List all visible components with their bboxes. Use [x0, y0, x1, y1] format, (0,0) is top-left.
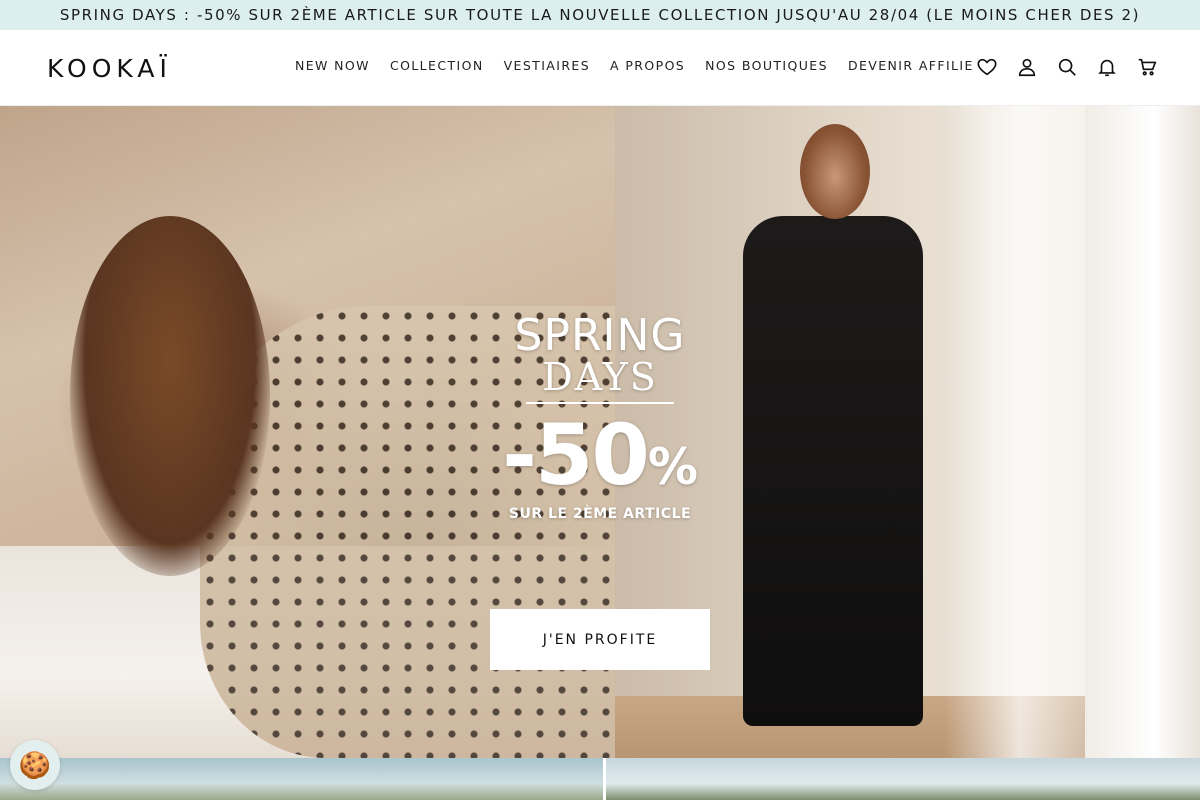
nav-a-propos[interactable]: A PROPOS [610, 58, 685, 73]
announcement-bar: SPRING DAYS : -50% SUR 2ÈME ARTICLE SUR … [0, 0, 1200, 30]
account-icon[interactable] [1015, 55, 1039, 79]
cart-icon[interactable] [1135, 55, 1159, 79]
kookai-logo[interactable]: KOOKAÏ [47, 54, 172, 83]
promo-discount: -50% [502, 406, 698, 504]
hero-banner[interactable]: SPRING DAYS -50% SUR LE 2ÈME ARTICLE J'E… [0, 106, 1200, 758]
promo-subtitle: SUR LE 2ÈME ARTICLE [508, 506, 692, 522]
header-icons [975, 55, 1159, 79]
nav-nos-boutiques[interactable]: NOS BOUTIQUES [705, 58, 828, 73]
nav-vestiaires[interactable]: VESTIAIRES [504, 58, 590, 73]
secondary-banners [0, 758, 1200, 800]
cookie-icon[interactable]: 🍪 [10, 740, 60, 790]
nav-devenir-affilie[interactable]: DEVENIR AFFILIE [848, 58, 974, 73]
banner-left[interactable] [0, 758, 603, 800]
banner-right[interactable] [606, 758, 1200, 800]
nav-collection[interactable]: COLLECTION [390, 58, 484, 73]
promo-title-spring: SPRING [514, 310, 686, 361]
announcement-text: SPRING DAYS : -50% SUR 2ÈME ARTICLE SUR … [59, 6, 1141, 24]
cta-button[interactable]: J'EN PROFITE [490, 609, 710, 670]
heart-icon[interactable] [975, 55, 999, 79]
nav-new-now[interactable]: NEW NOW [295, 58, 370, 73]
promo-title-days: DAYS [542, 355, 658, 399]
site-header: KOOKAÏ NEW NOW COLLECTION VESTIAIRES A P… [0, 30, 1200, 106]
bell-icon[interactable] [1095, 55, 1119, 79]
promo-overlay: SPRING DAYS -50% SUR LE 2ÈME ARTICLE [500, 310, 700, 523]
search-icon[interactable] [1055, 55, 1079, 79]
main-nav: NEW NOW COLLECTION VESTIAIRES A PROPOS N… [295, 58, 994, 73]
promo-divider [526, 402, 674, 404]
